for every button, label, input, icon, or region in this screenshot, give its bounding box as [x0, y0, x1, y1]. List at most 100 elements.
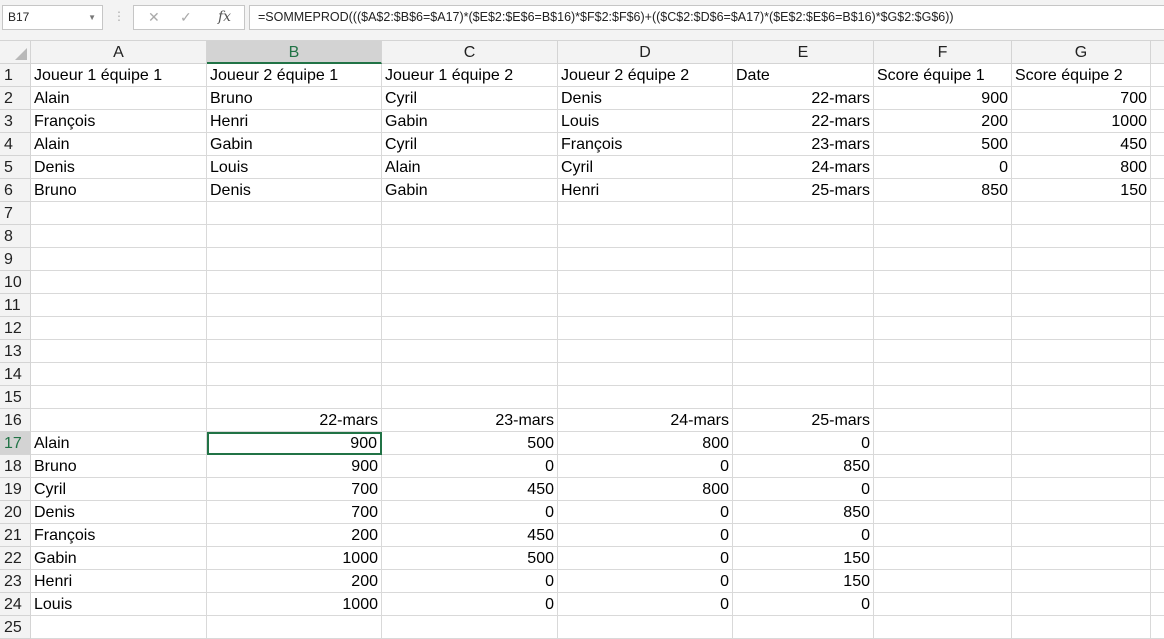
row-header-2[interactable]: 2	[0, 87, 31, 110]
row-header-24[interactable]: 24	[0, 593, 31, 616]
cell-G21[interactable]	[1012, 524, 1151, 547]
cell-A25[interactable]	[31, 616, 207, 639]
column-header-G[interactable]: G	[1012, 41, 1151, 64]
cell-A13[interactable]	[31, 340, 207, 363]
cell-A4[interactable]: Alain	[31, 133, 207, 156]
cell-G1[interactable]: Score équipe 2	[1012, 64, 1151, 87]
row-header-4[interactable]: 4	[0, 133, 31, 156]
cell-F4[interactable]: 500	[874, 133, 1012, 156]
row-header-1[interactable]: 1	[0, 64, 31, 87]
cell-D9[interactable]	[558, 248, 733, 271]
row-header-23[interactable]: 23	[0, 570, 31, 593]
cell-E20[interactable]: 850	[733, 501, 874, 524]
cell-D20[interactable]: 0	[558, 501, 733, 524]
cell-G9[interactable]	[1012, 248, 1151, 271]
cell-C16[interactable]: 23-mars	[382, 409, 558, 432]
cell-E9[interactable]	[733, 248, 874, 271]
cell-B8[interactable]	[207, 225, 382, 248]
cell-F7[interactable]	[874, 202, 1012, 225]
cell-F16[interactable]	[874, 409, 1012, 432]
column-header-C[interactable]: C	[382, 41, 558, 64]
cell-H6[interactable]	[1151, 179, 1164, 202]
cell-G19[interactable]	[1012, 478, 1151, 501]
cell-G25[interactable]	[1012, 616, 1151, 639]
cell-E15[interactable]	[733, 386, 874, 409]
cell-F2[interactable]: 900	[874, 87, 1012, 110]
cell-E17[interactable]: 0	[733, 432, 874, 455]
cell-D5[interactable]: Cyril	[558, 156, 733, 179]
row-header-13[interactable]: 13	[0, 340, 31, 363]
column-header-D[interactable]: D	[558, 41, 733, 64]
row-header-17[interactable]: 17	[0, 432, 31, 455]
cell-B17[interactable]: 900	[207, 432, 382, 455]
cell-G8[interactable]	[1012, 225, 1151, 248]
cell-C8[interactable]	[382, 225, 558, 248]
cell-G14[interactable]	[1012, 363, 1151, 386]
cell-B5[interactable]: Louis	[207, 156, 382, 179]
cell-H22[interactable]	[1151, 547, 1164, 570]
cell-F24[interactable]	[874, 593, 1012, 616]
cell-C4[interactable]: Cyril	[382, 133, 558, 156]
cell-A16[interactable]	[31, 409, 207, 432]
row-header-9[interactable]: 9	[0, 248, 31, 271]
column-header-E[interactable]: E	[733, 41, 874, 64]
cell-B24[interactable]: 1000	[207, 593, 382, 616]
cell-F12[interactable]	[874, 317, 1012, 340]
cell-H2[interactable]	[1151, 87, 1164, 110]
select-all-button[interactable]	[0, 41, 31, 64]
cell-E2[interactable]: 22-mars	[733, 87, 874, 110]
cell-D23[interactable]: 0	[558, 570, 733, 593]
cell-G22[interactable]	[1012, 547, 1151, 570]
column-header-A[interactable]: A	[31, 41, 207, 64]
column-header-B[interactable]: B	[207, 41, 382, 64]
cell-D18[interactable]: 0	[558, 455, 733, 478]
cell-C23[interactable]: 0	[382, 570, 558, 593]
cell-A23[interactable]: Henri	[31, 570, 207, 593]
cell-D8[interactable]	[558, 225, 733, 248]
cell-H10[interactable]	[1151, 271, 1164, 294]
cell-E18[interactable]: 850	[733, 455, 874, 478]
cell-E12[interactable]	[733, 317, 874, 340]
cell-A6[interactable]: Bruno	[31, 179, 207, 202]
row-header-15[interactable]: 15	[0, 386, 31, 409]
cell-H4[interactable]	[1151, 133, 1164, 156]
cell-F25[interactable]	[874, 616, 1012, 639]
cell-F8[interactable]	[874, 225, 1012, 248]
cell-E3[interactable]: 22-mars	[733, 110, 874, 133]
cell-H12[interactable]	[1151, 317, 1164, 340]
cell-A8[interactable]	[31, 225, 207, 248]
cell-A9[interactable]	[31, 248, 207, 271]
cell-F5[interactable]: 0	[874, 156, 1012, 179]
cell-E8[interactable]	[733, 225, 874, 248]
cell-H11[interactable]	[1151, 294, 1164, 317]
cell-D19[interactable]: 800	[558, 478, 733, 501]
cell-F20[interactable]	[874, 501, 1012, 524]
cell-E22[interactable]: 150	[733, 547, 874, 570]
column-header-H[interactable]	[1151, 41, 1164, 64]
cell-D3[interactable]: Louis	[558, 110, 733, 133]
cell-F17[interactable]	[874, 432, 1012, 455]
cell-H1[interactable]	[1151, 64, 1164, 87]
cell-E4[interactable]: 23-mars	[733, 133, 874, 156]
cell-H8[interactable]	[1151, 225, 1164, 248]
cell-C3[interactable]: Gabin	[382, 110, 558, 133]
cell-E24[interactable]: 0	[733, 593, 874, 616]
cell-D16[interactable]: 24-mars	[558, 409, 733, 432]
cell-H16[interactable]	[1151, 409, 1164, 432]
cell-G24[interactable]	[1012, 593, 1151, 616]
cell-E5[interactable]: 24-mars	[733, 156, 874, 179]
row-header-19[interactable]: 19	[0, 478, 31, 501]
cell-B4[interactable]: Gabin	[207, 133, 382, 156]
cell-A22[interactable]: Gabin	[31, 547, 207, 570]
cell-B14[interactable]	[207, 363, 382, 386]
cell-D25[interactable]	[558, 616, 733, 639]
row-header-14[interactable]: 14	[0, 363, 31, 386]
cell-A20[interactable]: Denis	[31, 501, 207, 524]
cell-B9[interactable]	[207, 248, 382, 271]
cancel-icon[interactable]: ✕	[148, 9, 160, 26]
cell-A1[interactable]: Joueur 1 équipe 1	[31, 64, 207, 87]
row-header-6[interactable]: 6	[0, 179, 31, 202]
cell-A24[interactable]: Louis	[31, 593, 207, 616]
cell-C24[interactable]: 0	[382, 593, 558, 616]
cell-H20[interactable]	[1151, 501, 1164, 524]
